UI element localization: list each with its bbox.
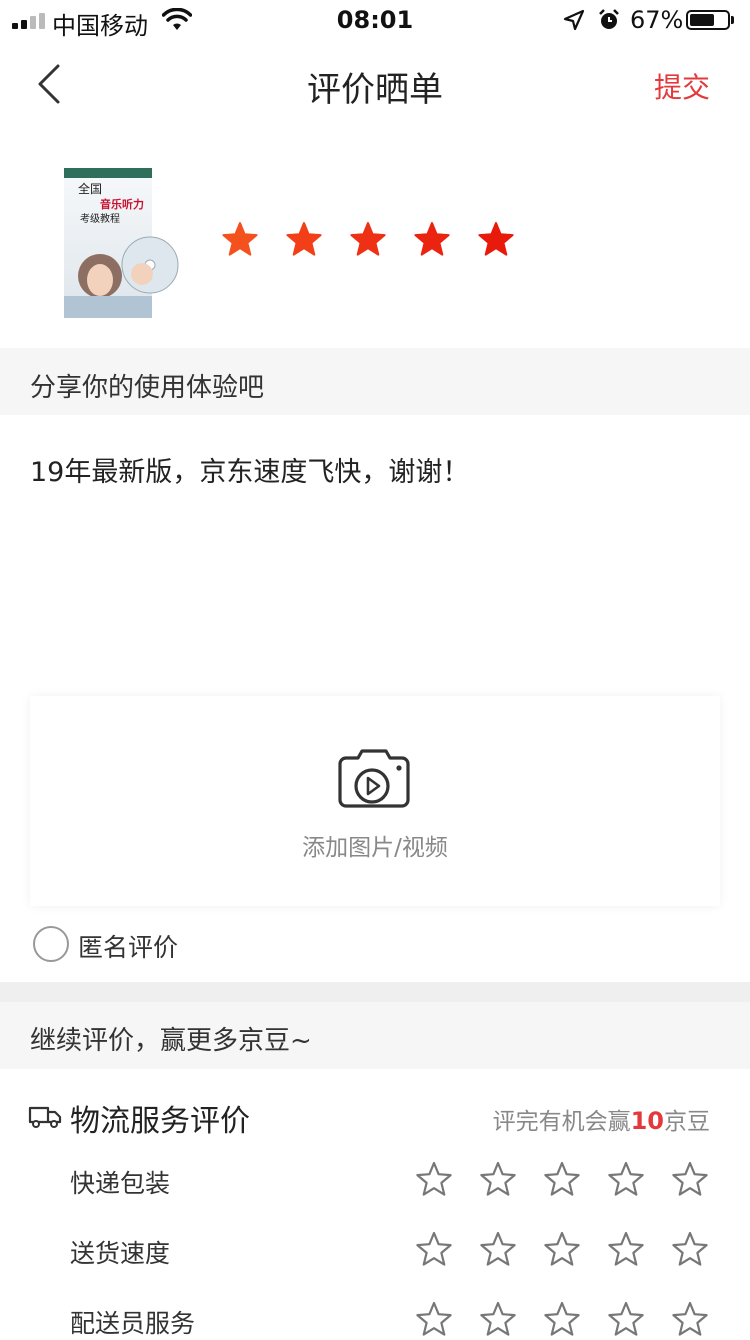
cover-line-3: 考级教程 [80, 212, 120, 225]
camera-video-icon [338, 749, 410, 808]
star-outline-icon[interactable] [414, 1230, 454, 1270]
review-textarea[interactable]: 19年最新版，京东速度飞快，谢谢！ [30, 450, 469, 489]
rating-stars-speed[interactable] [414, 1230, 714, 1270]
submit-button[interactable]: 提交 [654, 66, 710, 106]
star-outline-icon[interactable] [606, 1300, 646, 1340]
rating-row-label-speed: 送货速度 [70, 1239, 171, 1268]
star-outline-icon[interactable] [478, 1300, 518, 1340]
location-icon [563, 9, 585, 31]
alarm-icon [599, 9, 619, 29]
reward-amount: 10 [630, 1107, 664, 1135]
star-icon[interactable] [220, 220, 260, 260]
star-outline-icon[interactable] [542, 1300, 582, 1340]
rating-stars-courier[interactable] [414, 1300, 714, 1340]
star-outline-icon[interactable] [542, 1160, 582, 1200]
product-rating[interactable] [220, 220, 520, 260]
rating-stars-packaging[interactable] [414, 1160, 714, 1200]
battery-icon [686, 10, 730, 30]
product-image[interactable]: 全国 音乐听力 考级教程 [64, 168, 180, 318]
cover-line-2: 音乐听力 [100, 197, 144, 211]
star-outline-icon[interactable] [414, 1160, 454, 1200]
battery-tip [731, 16, 734, 24]
star-outline-icon[interactable] [670, 1160, 710, 1200]
status-bar: 中国移动 08:01 67% [0, 0, 750, 40]
reward-prefix: 评完有机会赢 [492, 1109, 631, 1135]
star-outline-icon[interactable] [670, 1300, 710, 1340]
star-icon[interactable] [348, 220, 388, 260]
rating-row-label-courier: 配送员服务 [70, 1309, 196, 1338]
more-review-label: 继续评价，赢更多京豆~ [30, 1026, 312, 1056]
anonymous-label: 匿名评价 [78, 933, 179, 962]
star-outline-icon[interactable] [606, 1230, 646, 1270]
star-icon[interactable] [284, 220, 324, 260]
star-icon[interactable] [476, 220, 516, 260]
add-media-label: 添加图片/视频 [302, 835, 448, 861]
battery-percent: 67% [630, 6, 684, 34]
add-media-button[interactable]: 添加图片/视频 [30, 696, 720, 906]
battery-level [690, 14, 714, 26]
page-title: 评价晒单 [307, 70, 443, 110]
star-outline-icon[interactable] [606, 1160, 646, 1200]
section-divider [0, 982, 750, 1002]
star-outline-icon[interactable] [478, 1160, 518, 1200]
reward-suffix: 京豆 [664, 1109, 710, 1135]
review-section-label: 分享你的使用体验吧 [30, 373, 265, 403]
star-outline-icon[interactable] [670, 1230, 710, 1270]
star-outline-icon[interactable] [478, 1230, 518, 1270]
anonymous-checkbox[interactable] [33, 926, 69, 962]
logistics-title: 物流服务评价 [70, 1104, 250, 1139]
rating-row-label-packaging: 快递包装 [70, 1169, 171, 1198]
star-icon[interactable] [412, 220, 452, 260]
star-outline-icon[interactable] [542, 1230, 582, 1270]
star-outline-icon[interactable] [414, 1300, 454, 1340]
cover-line-1: 全国 [78, 181, 102, 196]
truck-icon [28, 1106, 62, 1128]
reward-hint: 评完有机会赢10京豆 [493, 1102, 710, 1136]
